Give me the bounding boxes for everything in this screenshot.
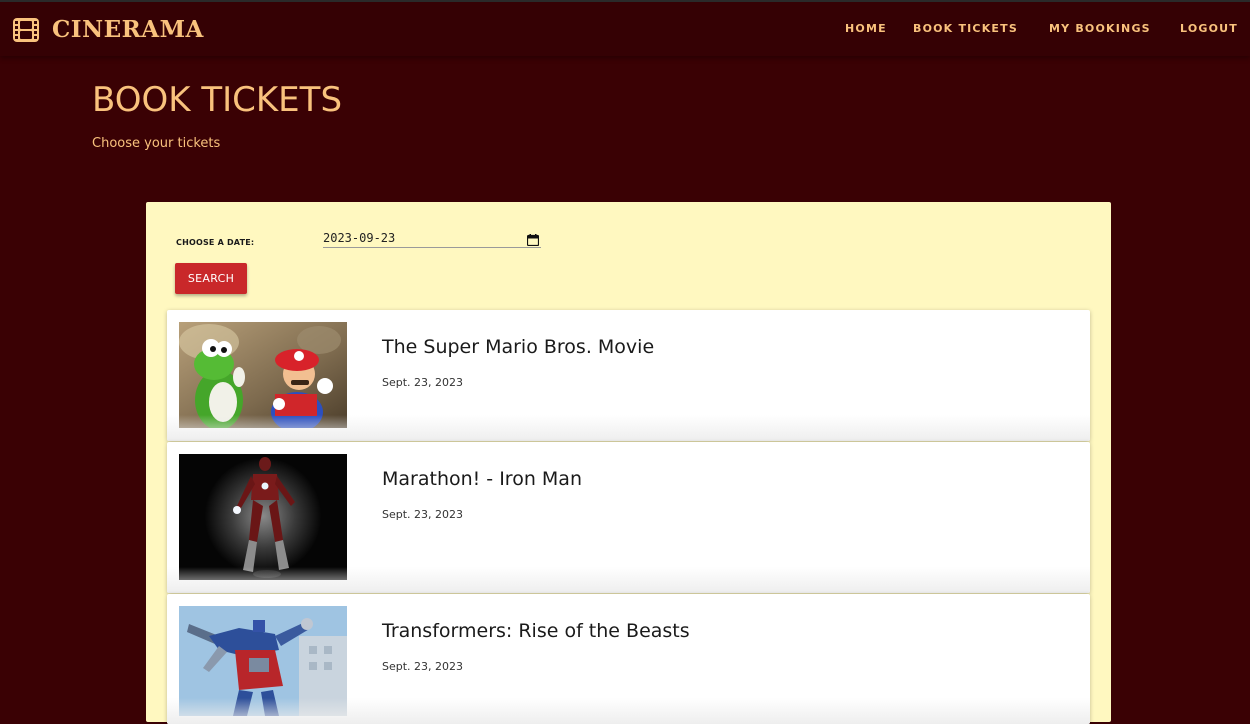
date-value: 2023-09-23 xyxy=(323,231,396,245)
movie-card[interactable]: Transformers: Rise of the Beasts Sept. 2… xyxy=(167,594,1090,724)
movie-title: Transformers: Rise of the Beasts xyxy=(382,620,690,642)
date-input[interactable]: 2023-09-23 xyxy=(323,228,541,248)
movie-poster-mario xyxy=(179,322,347,428)
film-icon xyxy=(12,17,40,43)
movie-title: The Super Mario Bros. Movie xyxy=(382,336,655,358)
brand-logo[interactable]: CINERAMA xyxy=(12,16,204,43)
search-button[interactable]: SEARCH xyxy=(175,263,247,294)
movie-date: Sept. 23, 2023 xyxy=(382,660,464,673)
movie-card[interactable]: Marathon! - Iron Man Sept. 23, 2023 xyxy=(167,442,1090,593)
movie-card[interactable]: The Super Mario Bros. Movie Sept. 23, 20… xyxy=(167,310,1090,441)
calendar-icon[interactable] xyxy=(526,231,540,250)
nav-my-bookings[interactable]: MY BOOKINGS xyxy=(1049,22,1151,35)
movie-date: Sept. 23, 2023 xyxy=(382,508,464,521)
movie-date: Sept. 23, 2023 xyxy=(382,376,464,389)
page-subtitle: Choose your tickets xyxy=(92,136,221,151)
brand-name: CINERAMA xyxy=(52,16,204,43)
navbar: CINERAMA HOME BOOK TICKETS MY BOOKINGS L… xyxy=(0,0,1250,56)
page-title: BOOK TICKETS xyxy=(92,80,343,120)
movie-title: Marathon! - Iron Man xyxy=(382,468,582,490)
date-label: CHOOSE A DATE: xyxy=(176,238,255,247)
nav-logout[interactable]: LOGOUT xyxy=(1180,22,1238,35)
movie-poster-transformers xyxy=(179,606,347,716)
nav-book-tickets[interactable]: BOOK TICKETS xyxy=(913,22,1018,35)
nav-home[interactable]: HOME xyxy=(845,22,887,35)
movie-poster-iron-man xyxy=(179,454,347,580)
